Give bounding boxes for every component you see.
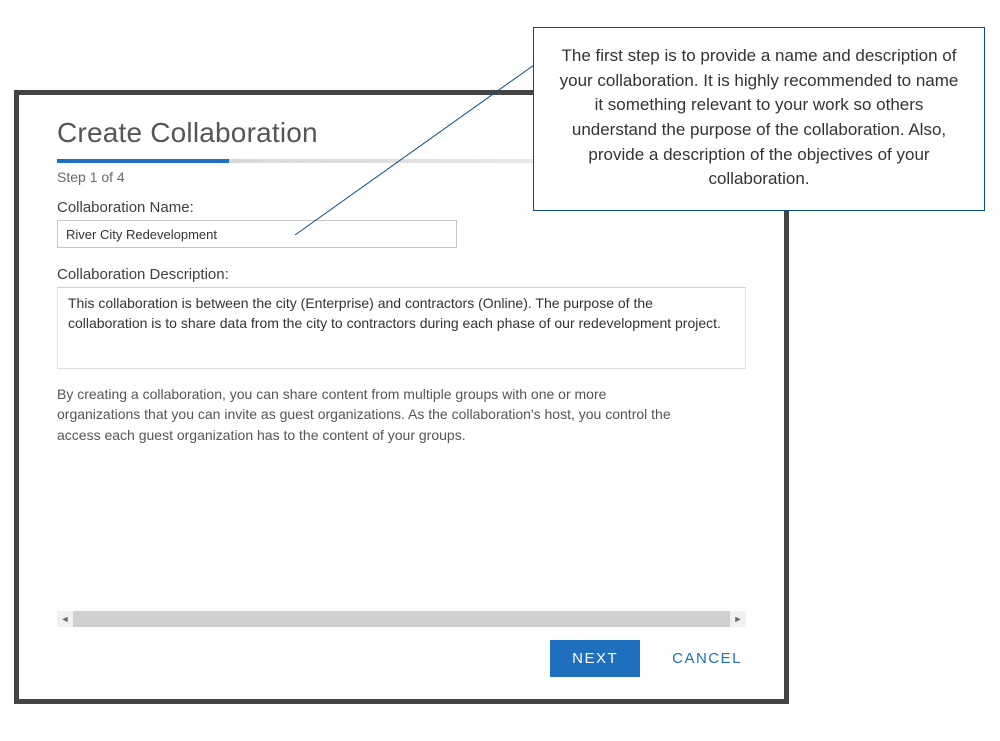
dialog-button-row: NEXT CANCEL <box>550 640 746 677</box>
scroll-left-arrow-icon[interactable]: ◄ <box>57 611 73 627</box>
instruction-callout: The first step is to provide a name and … <box>533 27 985 211</box>
scroll-right-arrow-icon[interactable]: ► <box>730 611 746 627</box>
progress-fill <box>57 159 229 163</box>
collab-name-input[interactable] <box>57 220 457 248</box>
horizontal-scrollbar[interactable]: ◄ ► <box>57 611 746 627</box>
cancel-button[interactable]: CANCEL <box>668 640 746 677</box>
dialog-info-text: By creating a collaboration, you can sha… <box>57 384 677 445</box>
scroll-track[interactable] <box>73 611 730 627</box>
collab-desc-label: Collaboration Description: <box>57 266 746 283</box>
next-button[interactable]: NEXT <box>550 640 640 677</box>
collab-desc-textarea[interactable] <box>57 287 746 369</box>
